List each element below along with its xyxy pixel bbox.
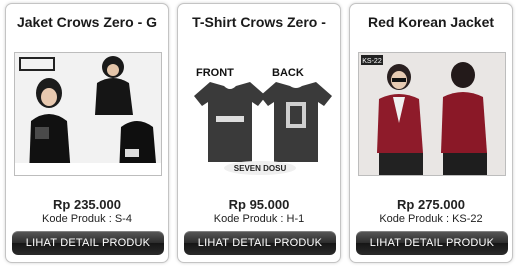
product-card: T-Shirt Crows Zero - FRONT BACK SEVEN DO…	[177, 3, 341, 263]
product-card: Red Korean Jacket KS-22 Rp 275.000 Kode …	[349, 3, 513, 263]
svg-text:FRONT: FRONT	[196, 67, 234, 79]
product-card: Jaket Crows Zero - G Rp 235.000 Kode Pro…	[5, 3, 169, 263]
view-detail-button[interactable]: LIHAT DETAIL PRODUK	[184, 231, 336, 255]
product-code-label: Kode Produk :	[379, 213, 450, 225]
view-detail-button[interactable]: LIHAT DETAIL PRODUK	[12, 231, 164, 255]
product-code: Kode Produk : KS-22	[350, 213, 512, 225]
product-price: Rp 95.000	[228, 197, 290, 212]
product-image[interactable]: FRONT BACK SEVEN DOSU	[186, 52, 334, 176]
product-code-value: KS-22	[452, 213, 483, 225]
product-title[interactable]: T-Shirt Crows Zero -	[178, 14, 340, 30]
brand-text: SEVEN DOSU	[234, 164, 287, 173]
product-code-label: Kode Produk :	[213, 213, 284, 225]
back-label-text: BACK	[272, 67, 304, 79]
svg-text:SEVEN DOSU: SEVEN DOSU	[234, 164, 287, 173]
product-code-value: H-1	[286, 213, 305, 225]
product-code: Kode Produk : H-1	[178, 213, 340, 225]
front-label-text: FRONT	[196, 67, 234, 79]
svg-text:BACK: BACK	[272, 67, 304, 79]
product-image[interactable]	[14, 52, 162, 176]
product-title[interactable]: Red Korean Jacket	[350, 14, 512, 30]
product-code-value: S-4	[114, 213, 132, 225]
product-image[interactable]: KS-22	[358, 52, 506, 176]
product-title[interactable]: Jaket Crows Zero - G	[6, 14, 168, 30]
product-code-label: Kode Produk :	[42, 213, 112, 225]
product-price: Rp 235.000	[53, 197, 121, 212]
image-tag-text: KS-22	[362, 58, 382, 65]
product-price: Rp 275.000	[397, 197, 465, 212]
product-code: Kode Produk : S-4	[6, 213, 168, 225]
svg-text:KS-22: KS-22	[362, 58, 382, 65]
view-detail-button[interactable]: LIHAT DETAIL PRODUK	[356, 231, 508, 255]
